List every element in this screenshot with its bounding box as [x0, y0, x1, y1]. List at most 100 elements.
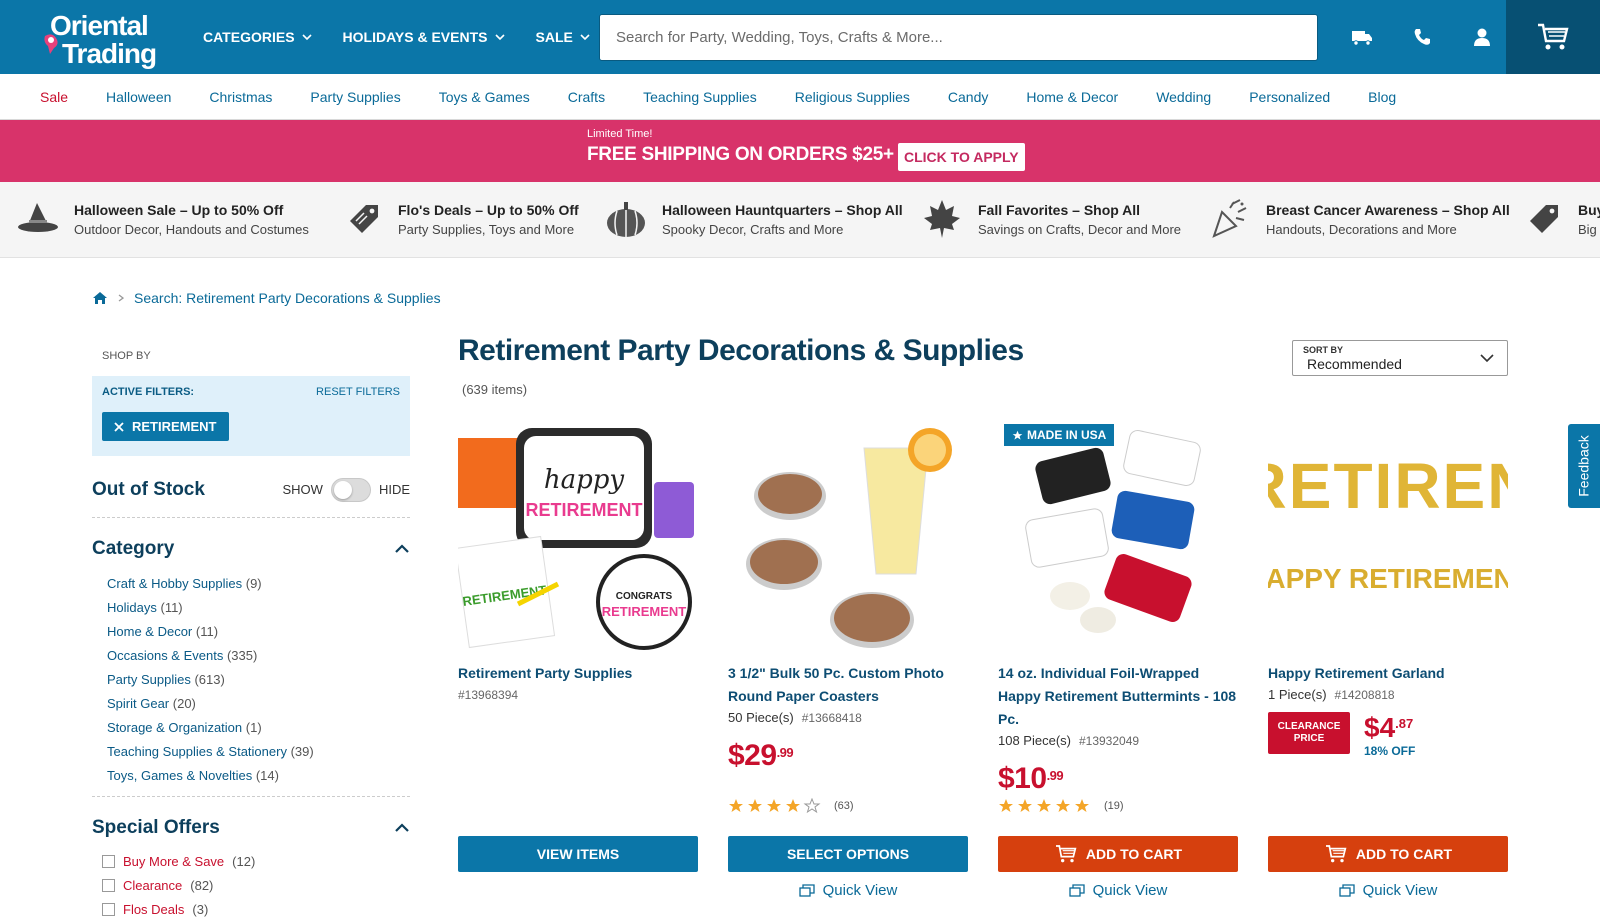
deal-item[interactable]: Halloween Sale – Up to 50% Off Outdoor De…: [16, 197, 309, 241]
cat-blog[interactable]: Blog: [1368, 89, 1396, 105]
chevron-right-icon: [118, 294, 124, 302]
rating-stars[interactable]: (63): [728, 798, 854, 814]
deal-title: Breast Cancer Awareness – Shop All: [1266, 201, 1510, 218]
add-to-cart-button[interactable]: ADD TO CART: [1268, 836, 1508, 872]
svg-text:RETIREMENT: RETIREMENT: [526, 500, 643, 520]
cat-religious-supplies[interactable]: Religious Supplies: [795, 89, 910, 105]
cat-personalized[interactable]: Personalized: [1249, 89, 1330, 105]
product-image[interactable]: [728, 424, 968, 652]
top-header: Oriental Trading CATEGORIES HOLIDAYS & E…: [0, 0, 1600, 74]
deal-item[interactable]: Buy Big: [1520, 197, 1600, 241]
cat-crafts[interactable]: Crafts: [568, 89, 605, 105]
category-option[interactable]: Storage & Organization (1): [107, 716, 410, 740]
offer-option[interactable]: Clearance (82): [102, 873, 410, 897]
sort-label: SORT BY: [1303, 345, 1344, 355]
category-option[interactable]: Holidays (11): [107, 596, 410, 620]
product-name[interactable]: Retirement Party Supplies: [458, 662, 698, 685]
cat-sale[interactable]: Sale: [40, 89, 68, 105]
oriental-trading-logo[interactable]: Oriental Trading: [42, 8, 170, 69]
product-price: $4.87: [1364, 712, 1414, 743]
deal-item[interactable]: Flo's Deals – Up to 50% Off Party Supplie…: [340, 197, 579, 241]
category-option[interactable]: Party Supplies (613): [107, 668, 410, 692]
star-rating-icon: [729, 798, 821, 814]
sort-value: Recommended: [1307, 356, 1402, 372]
cat-halloween[interactable]: Halloween: [106, 89, 171, 105]
quick-view-link[interactable]: Quick View: [1268, 882, 1508, 899]
sort-dropdown[interactable]: SORT BY Recommended: [1292, 340, 1508, 376]
add-to-cart-button[interactable]: ADD TO CART: [998, 836, 1238, 872]
nav-holidays-events[interactable]: HOLIDAYS & EVENTS: [343, 29, 506, 45]
category-option[interactable]: Spirit Gear (20): [107, 692, 410, 716]
offer-option[interactable]: Buy More & Save (12): [102, 849, 410, 873]
filter-chip-retirement[interactable]: RETIREMENT: [102, 412, 229, 441]
offer-option[interactable]: Flos Deals (3): [102, 897, 410, 921]
deal-item[interactable]: Breast Cancer Awareness – Shop All Handou…: [1208, 197, 1510, 241]
category-option[interactable]: Toys, Games & Novelties (14): [107, 764, 410, 788]
cart-button[interactable]: [1506, 0, 1600, 74]
chevron-down-icon: [301, 34, 312, 41]
checkbox[interactable]: [102, 878, 115, 892]
truck-icon[interactable]: [1350, 25, 1374, 49]
product-image[interactable]: RETIREN HAPPY RETIREMENT: [1268, 424, 1508, 652]
category-option[interactable]: Home & Decor (11): [107, 620, 410, 644]
special-offers-title: Special Offers: [92, 817, 220, 838]
special-offers-header[interactable]: Special Offers: [92, 817, 410, 839]
feedback-tab[interactable]: Feedback: [1568, 424, 1600, 508]
breadcrumb: Search: Retirement Party Decorations & S…: [92, 290, 441, 306]
product-name[interactable]: 3 1/2" Bulk 50 Pc. Custom Photo Round Pa…: [728, 662, 968, 708]
view-items-button[interactable]: VIEW ITEMS: [458, 836, 698, 872]
account-icon[interactable]: [1470, 25, 1494, 49]
chevron-up-icon: [395, 823, 409, 832]
out-of-stock-toggle[interactable]: [330, 477, 371, 502]
cat-party-supplies[interactable]: Party Supplies: [310, 89, 400, 105]
cat-wedding[interactable]: Wedding: [1156, 89, 1211, 105]
promo-headline: FREE SHIPPING ON ORDERS $25+: [587, 144, 894, 165]
search-input[interactable]: [600, 15, 1317, 60]
deal-item[interactable]: Fall Favorites – Shop All Savings on Craf…: [920, 197, 1181, 241]
nav-sale[interactable]: SALE: [536, 29, 591, 45]
deal-item[interactable]: Halloween Hauntquarters – Shop All Spooky…: [604, 197, 903, 241]
deal-title: Fall Favorites – Shop All: [978, 201, 1141, 218]
deal-title: Halloween Hauntquarters – Shop All: [662, 201, 903, 218]
product-image[interactable]: MADE IN USA: [998, 424, 1238, 652]
category-option[interactable]: Occasions & Events (335): [107, 644, 410, 668]
cart-icon: [1325, 845, 1347, 863]
phone-icon[interactable]: [1410, 25, 1434, 49]
checkbox[interactable]: [102, 854, 115, 868]
product-name[interactable]: Happy Retirement Garland: [1268, 662, 1508, 685]
chevron-down-icon: [1480, 354, 1494, 363]
cat-candy[interactable]: Candy: [948, 89, 988, 105]
page-title: Retirement Party Decorations & Supplies: [458, 334, 1024, 367]
search-bar: [599, 14, 1318, 61]
cat-home-decor[interactable]: Home & Decor: [1026, 89, 1118, 105]
cat-teaching-supplies[interactable]: Teaching Supplies: [643, 89, 757, 105]
quick-view-link[interactable]: Quick View: [728, 882, 968, 899]
deal-title: Halloween Sale – Up to 50% Off: [74, 201, 284, 218]
deals-strip: Halloween Sale – Up to 50% Off Outdoor De…: [0, 182, 1600, 258]
category-option[interactable]: Craft & Hobby Supplies (9): [107, 572, 410, 596]
nav-holidays-label: HOLIDAYS & EVENTS: [342, 29, 488, 45]
chevron-down-icon: [494, 34, 505, 41]
click-to-apply-button[interactable]: CLICK TO APPLY: [898, 143, 1025, 171]
quick-view-icon: [798, 883, 815, 897]
quick-view-link[interactable]: Quick View: [998, 882, 1238, 899]
promo-small-text: Limited Time!: [587, 128, 653, 140]
home-icon[interactable]: [92, 291, 108, 305]
breadcrumb-current[interactable]: Search: Retirement Party Decorations & S…: [134, 290, 441, 306]
category-list: Craft & Hobby Supplies (9) Holidays (11)…: [92, 572, 410, 788]
category-section-header[interactable]: Category: [92, 538, 410, 560]
cat-toys-games[interactable]: Toys & Games: [439, 89, 530, 105]
rating-stars[interactable]: (19): [998, 798, 1124, 814]
product-image[interactable]: happy RETIREMENT RETIREMENT CONGRATS RET…: [458, 424, 698, 652]
show-label: SHOW: [282, 482, 323, 497]
reset-filters-link[interactable]: RESET FILTERS: [316, 386, 400, 398]
checkbox[interactable]: [102, 902, 115, 916]
product-name[interactable]: 14 oz. Individual Foil-Wrapped Happy Ret…: [998, 662, 1238, 731]
button-label: ADD TO CART: [1355, 846, 1453, 862]
cat-christmas[interactable]: Christmas: [209, 89, 272, 105]
category-option[interactable]: Teaching Supplies & Stationery (39): [107, 740, 410, 764]
promo-banner[interactable]: Limited Time! FREE SHIPPING ON ORDERS $2…: [0, 120, 1600, 182]
nav-categories[interactable]: CATEGORIES: [203, 29, 313, 45]
select-options-button[interactable]: SELECT OPTIONS: [728, 836, 968, 872]
pumpkin-icon: [604, 197, 648, 241]
